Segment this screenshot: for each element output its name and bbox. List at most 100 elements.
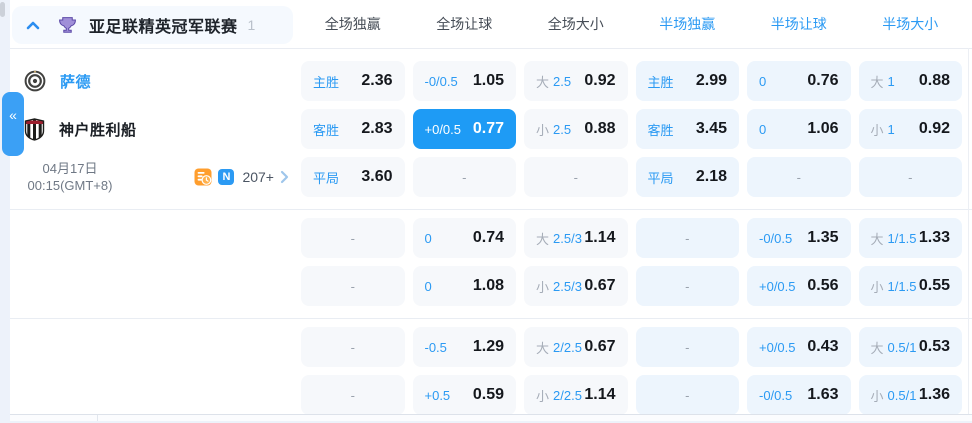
- dash-placeholder: -: [685, 339, 690, 355]
- odds-value: 0.53: [918, 338, 950, 355]
- odds-value: 0.74: [472, 229, 504, 246]
- match-date: 04月17日: [42, 161, 98, 176]
- odds-row: - -0.5 1.29 大 2/2.5 0.67- +0/0.5 0.43 大 0.5/1 0.53: [10, 327, 972, 367]
- odds-cell[interactable]: 0 1.06: [747, 109, 851, 149]
- match-info-row: 04月17日 00:15(GMT+8) N 207+: [10, 157, 293, 197]
- odds-cell[interactable]: -0/0.5 1.63: [747, 375, 851, 415]
- column-header-ft-handicap: 全场让球: [436, 16, 493, 32]
- home-team-name: 萨德: [60, 73, 92, 91]
- dash-placeholder: -: [908, 169, 913, 185]
- dash-cell: -: [747, 157, 851, 197]
- odds-cell[interactable]: -0/0.5 1.05: [412, 61, 516, 101]
- odds-cell[interactable]: 大 2.5/3 1.14: [524, 218, 628, 258]
- chevron-up-icon[interactable]: [26, 21, 40, 30]
- ou-side-label: 大: [536, 74, 550, 90]
- odds-cell[interactable]: 客胜 2.83: [301, 109, 405, 149]
- pick-label: 主胜: [313, 74, 340, 90]
- odds-cell[interactable]: 小 2.5/3 0.67: [524, 266, 628, 306]
- odds-value: 0.92: [584, 72, 616, 89]
- pick-label: 平局: [313, 170, 340, 186]
- column-header-ht-ou: 半场大小: [882, 16, 939, 32]
- ou-line-label: 2.5: [553, 73, 572, 89]
- chevron-right-icon[interactable]: [280, 170, 289, 184]
- scrollbar-thumb[interactable]: [0, 2, 5, 17]
- odds-row: 神户胜利船 客胜 2.83 +0/0.5 0.77 小 2.5 0.88 客胜 3.45 0 1.06…: [10, 109, 972, 149]
- more-markets-button[interactable]: N 207+: [194, 168, 289, 186]
- odds-value: 0.92: [918, 120, 950, 137]
- group-separator: [10, 209, 972, 210]
- odds-value: 0.56: [807, 277, 839, 294]
- empty-left-cell: [10, 218, 293, 258]
- odds-cell-selected[interactable]: +0/0.5 0.77: [412, 109, 516, 149]
- away-crest-icon: [24, 117, 45, 141]
- ou-side-label: 小: [536, 122, 550, 138]
- odds-value: 2.83: [361, 120, 393, 137]
- odds-cell[interactable]: 小 2.5 0.88: [524, 109, 628, 149]
- league-match-count: 1: [247, 17, 256, 33]
- collapse-sidebar-tab[interactable]: «: [2, 92, 24, 156]
- odds-value: 1.06: [807, 120, 839, 137]
- dash-placeholder: -: [573, 169, 578, 185]
- ou-side-label: 小: [870, 388, 884, 404]
- ou-side-label: 小: [870, 279, 884, 295]
- ou-side-label: 小: [536, 388, 550, 404]
- ou-side-label: 大: [870, 340, 884, 356]
- pick-label: 主胜: [647, 74, 674, 90]
- odds-cell[interactable]: +0.5 0.59: [412, 375, 516, 415]
- odds-cell[interactable]: 小 1 0.92: [858, 109, 962, 149]
- dash-cell: -: [412, 157, 516, 197]
- league-header-row: 亚足联精英冠军联赛 1 全场独赢 全场让球 全场大小 半场独赢 半场让球 半场大小: [10, 0, 972, 49]
- odds-cell[interactable]: 大 1/1.5 1.33: [858, 218, 962, 258]
- league-name[interactable]: 亚足联精英冠军联赛: [89, 13, 238, 37]
- odds-cell[interactable]: +0/0.5 0.56: [747, 266, 851, 306]
- odds-history-icon[interactable]: [194, 168, 212, 186]
- odds-value: 1.29: [472, 338, 504, 355]
- odds-value: 1.36: [918, 386, 950, 403]
- pick-label: -0/0.5: [759, 387, 793, 403]
- scrollbar-track: [968, 48, 969, 415]
- pick-label: 客胜: [647, 122, 674, 138]
- home-crest-icon: [24, 70, 46, 92]
- odds-cell[interactable]: 大 2/2.5 0.67: [524, 327, 628, 367]
- extra-markets-count[interactable]: 207+: [242, 169, 274, 185]
- league-header[interactable]: 亚足联精英冠军联赛 1: [12, 6, 293, 44]
- odds-rows: 萨德 主胜 2.36 -0/0.5 1.05 大 2.5 0.92 主胜 2.99 0 0.76 大 1 0…: [10, 49, 972, 423]
- n-badge-icon[interactable]: N: [218, 169, 235, 185]
- odds-cell[interactable]: 平局 2.18: [635, 157, 739, 197]
- odds-cell[interactable]: 大 0.5/1 0.53: [858, 327, 962, 367]
- dash-placeholder: -: [685, 230, 690, 246]
- odds-value: 2.18: [695, 168, 727, 185]
- dash-cell: -: [635, 266, 739, 306]
- dash-cell: -: [301, 375, 405, 415]
- odds-cell[interactable]: +0/0.5 0.43: [747, 327, 851, 367]
- odds-row: -0 1.08 小 2.5/3 0.67- +0/0.5 0.56 小 1/1.5 0.55: [10, 266, 972, 306]
- odds-cell[interactable]: 平局 3.60: [301, 157, 405, 197]
- ou-line-label: 2.5/3: [553, 278, 582, 294]
- odds-cell[interactable]: 小 0.5/1 1.36: [858, 375, 962, 415]
- odds-cell[interactable]: 主胜 2.99: [635, 61, 739, 101]
- odds-value: 0.59: [472, 386, 504, 403]
- odds-cell[interactable]: 大 2.5 0.92: [524, 61, 628, 101]
- odds-cell[interactable]: 大 1 0.88: [858, 61, 962, 101]
- column-header-ht-1x2: 半场独赢: [659, 16, 716, 32]
- odds-cell[interactable]: 0 1.08: [412, 266, 516, 306]
- dash-placeholder: -: [796, 169, 801, 185]
- odds-cell[interactable]: -0.5 1.29: [412, 327, 516, 367]
- odds-cell[interactable]: 小 1/1.5 0.55: [858, 266, 962, 306]
- away-team-name: 神户胜利船: [59, 121, 137, 139]
- odds-cell[interactable]: 0 0.74: [412, 218, 516, 258]
- odds-cell[interactable]: 主胜 2.36: [301, 61, 405, 101]
- odds-value: 3.60: [361, 168, 393, 185]
- dash-cell: -: [301, 327, 405, 367]
- odds-cell[interactable]: 0 0.76: [747, 61, 851, 101]
- away-team-row: 神户胜利船: [10, 109, 293, 149]
- pick-label: -0/0.5: [759, 230, 793, 246]
- odds-value: 0.77: [472, 120, 504, 137]
- odds-cell[interactable]: 客胜 3.45: [635, 109, 739, 149]
- odds-cell[interactable]: -0/0.5 1.35: [747, 218, 851, 258]
- ou-side-label: 大: [870, 74, 884, 90]
- dash-placeholder: -: [462, 169, 467, 185]
- dash-cell: -: [301, 266, 405, 306]
- odds-cell[interactable]: 小 2/2.5 1.14: [524, 375, 628, 415]
- pick-label: 0: [759, 121, 767, 137]
